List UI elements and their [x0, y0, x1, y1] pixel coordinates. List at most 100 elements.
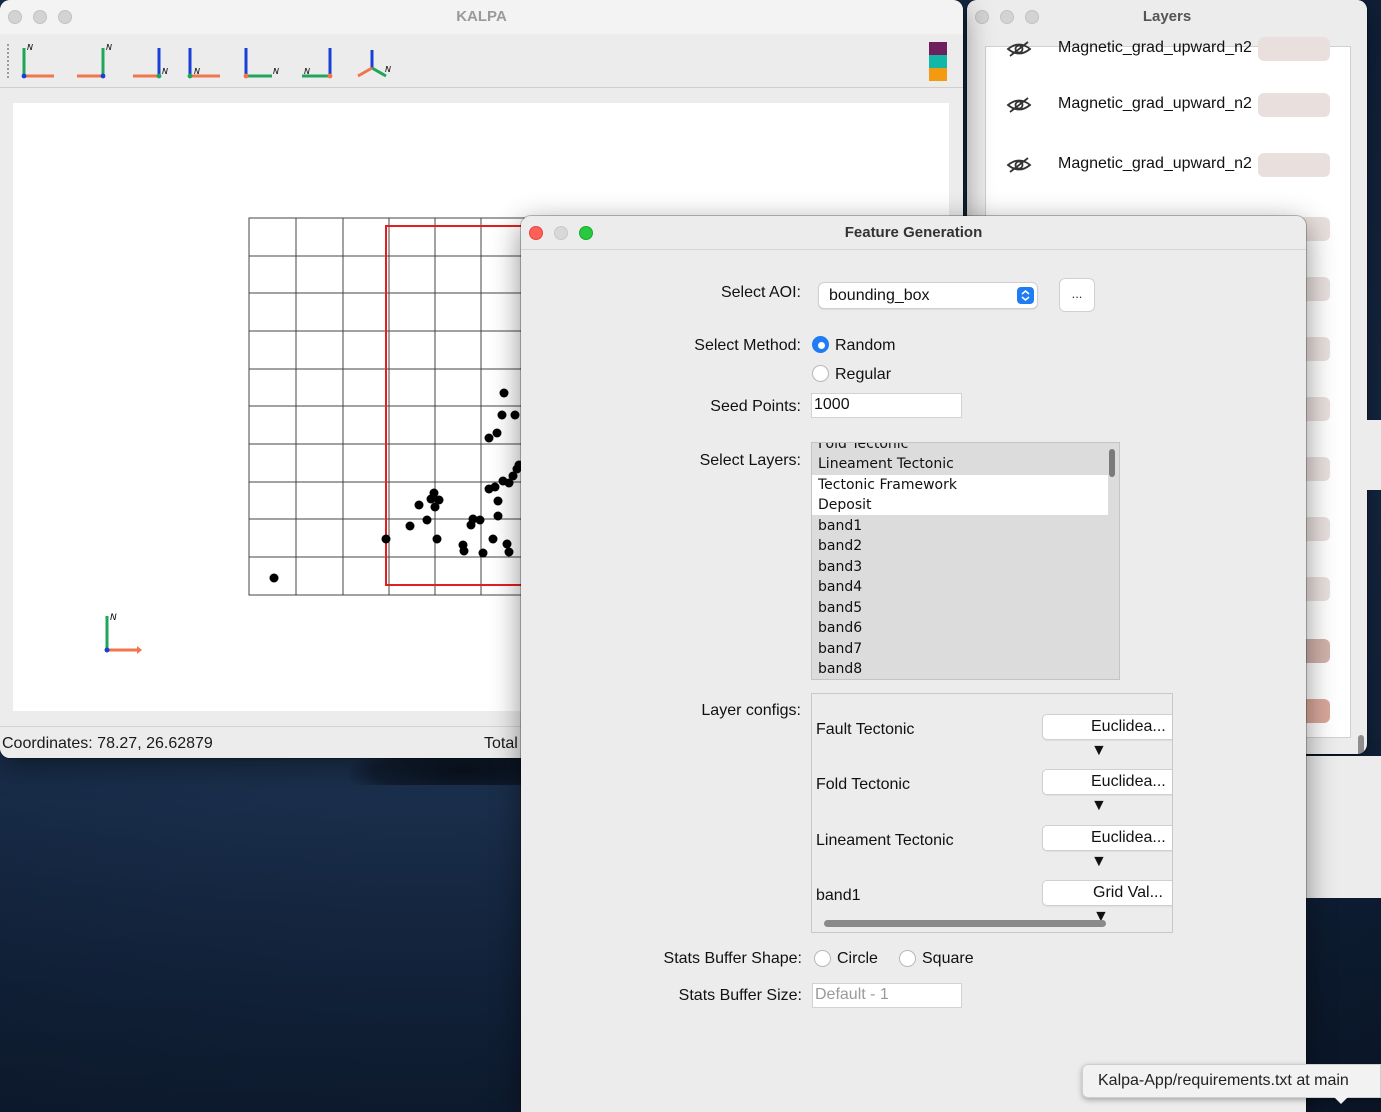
- layer-configs-label: Layer configs:: [701, 702, 801, 719]
- layers-titlebar[interactable]: Layers: [967, 0, 1367, 34]
- stats-buffer-size-input[interactable]: Default - 1: [812, 983, 962, 1008]
- list-item[interactable]: band6: [812, 618, 1108, 638]
- eye-hidden-icon[interactable]: [1006, 39, 1032, 59]
- orientation-view-4-icon[interactable]: N: [184, 42, 224, 82]
- background-window-edge: [1300, 756, 1381, 898]
- method-regular-radio[interactable]: [812, 365, 829, 382]
- tooltip-tail: [1333, 1096, 1349, 1104]
- select-stepper-icon: [1017, 287, 1034, 304]
- close-window-button[interactable]: [975, 10, 989, 24]
- close-window-button[interactable]: [8, 10, 22, 24]
- config-method-dropdown[interactable]: Euclidea... ▼: [1042, 825, 1172, 870]
- select-method-label: Select Method:: [694, 337, 801, 354]
- svg-text:N: N: [273, 67, 279, 76]
- config-method-dropdown[interactable]: Grid Val... ▼: [1042, 880, 1172, 925]
- north-arrow-icon: N: [104, 613, 142, 654]
- list-item[interactable]: band2: [812, 536, 1108, 556]
- layer-name: Magnetic_grad_upward_n2: [1058, 95, 1252, 112]
- config-layer-name: Fault Tectonic: [816, 721, 915, 738]
- seed-points: [269, 388, 524, 583]
- zoom-window-button[interactable]: [1025, 10, 1039, 24]
- buffer-square-radio[interactable]: [899, 950, 916, 967]
- close-dialog-button[interactable]: [529, 226, 543, 240]
- orientation-view-1-icon[interactable]: N: [18, 42, 58, 82]
- aoi-browse-button[interactable]: ...: [1059, 278, 1095, 312]
- layers-scrollbar[interactable]: [1358, 735, 1364, 754]
- layer-color-chip[interactable]: [1258, 153, 1330, 177]
- layer-row[interactable]: Magnetic_grad_upward_n2: [986, 91, 1346, 121]
- buffer-square-label: Square: [922, 950, 974, 967]
- config-layer-name: Lineament Tectonic: [816, 832, 954, 849]
- list-item[interactable]: Lineament Tectonic: [812, 454, 1108, 474]
- layer-name: Magnetic_grad_upward_n2: [1058, 39, 1252, 56]
- list-item[interactable]: band8: [812, 659, 1108, 679]
- feature-generation-dialog: Feature Generation Select AOI: bounding_…: [521, 216, 1306, 1112]
- toolbar-grip[interactable]: [7, 44, 10, 78]
- swatch-color-2: [929, 55, 947, 68]
- layers-listbox[interactable]: Fold Tectonic Lineament Tectonic Tectoni…: [811, 442, 1120, 680]
- list-item[interactable]: Tectonic Framework: [812, 475, 1108, 495]
- tooltip: Kalpa-App/requirements.txt at main: [1082, 1064, 1381, 1098]
- kalpa-titlebar[interactable]: KALPA: [0, 0, 963, 34]
- dialog-title: Feature Generation: [844, 224, 983, 241]
- list-item[interactable]: band1: [812, 516, 1108, 536]
- aoi-select-value: bounding_box: [829, 287, 930, 304]
- method-random-radio[interactable]: [812, 336, 829, 353]
- config-method-dropdown[interactable]: Euclidea... ▼: [1042, 714, 1172, 759]
- eye-hidden-icon[interactable]: [1006, 95, 1032, 115]
- color-swatch[interactable]: [929, 42, 947, 81]
- zoom-dialog-button[interactable]: [579, 226, 593, 240]
- minimize-dialog-button[interactable]: [554, 226, 568, 240]
- orientation-view-3d-icon[interactable]: N: [352, 42, 392, 82]
- layer-name: Magnetic_grad_upward_n2: [1058, 155, 1252, 172]
- svg-text:N: N: [162, 67, 168, 76]
- svg-text:N: N: [27, 43, 33, 52]
- minimize-window-button[interactable]: [33, 10, 47, 24]
- config-method-dropdown[interactable]: Euclidea... ▼: [1042, 769, 1172, 814]
- list-item[interactable]: Deposit: [812, 495, 1108, 515]
- coordinates-readout: Coordinates: 78.27, 26.62879: [2, 735, 213, 752]
- minimize-window-button[interactable]: [1000, 10, 1014, 24]
- layer-row[interactable]: Magnetic_grad_upward_n2: [986, 151, 1346, 181]
- buffer-circle-label: Circle: [837, 950, 878, 967]
- seed-points-input[interactable]: 1000: [811, 393, 962, 418]
- feature-titlebar[interactable]: Feature Generation: [521, 216, 1306, 250]
- map-grid: [248, 217, 550, 596]
- config-layer-name: band1: [816, 887, 861, 904]
- orientation-view-6-icon[interactable]: N: [296, 42, 336, 82]
- config-layer-name: Fold Tectonic: [816, 776, 910, 793]
- svg-text:N: N: [194, 67, 200, 76]
- swatch-color-3: [929, 68, 947, 81]
- select-aoi-label: Select AOI:: [720, 284, 801, 301]
- background-window-edge: [1367, 420, 1381, 490]
- layers-listbox-scrollbar[interactable]: [1109, 449, 1115, 477]
- total-readout: Total: [484, 735, 518, 752]
- kalpa-window-title: KALPA: [456, 8, 507, 25]
- swatch-color-1: [929, 42, 947, 55]
- method-regular-label: Regular: [835, 366, 892, 383]
- svg-text:N: N: [304, 67, 310, 76]
- orientation-view-3-icon[interactable]: N: [129, 42, 169, 82]
- orientation-view-2-icon[interactable]: N: [73, 42, 113, 82]
- method-random-label: Random: [835, 337, 896, 354]
- layer-color-chip[interactable]: [1258, 37, 1330, 61]
- eye-hidden-icon[interactable]: [1006, 155, 1032, 175]
- list-item[interactable]: band7: [812, 639, 1108, 659]
- svg-text:N: N: [106, 43, 112, 52]
- list-item[interactable]: band3: [812, 557, 1108, 577]
- select-layers-label: Select Layers:: [699, 452, 801, 469]
- list-item[interactable]: band5: [812, 598, 1108, 618]
- stats-buffer-size-label: Stats Buffer Size:: [678, 987, 802, 1004]
- layer-configs-scrollbar[interactable]: [824, 920, 1106, 927]
- layer-configs-panel: Fault Tectonic Euclidea... ▼ Fold Tecton…: [811, 693, 1173, 933]
- svg-text:N: N: [110, 613, 117, 623]
- zoom-window-button[interactable]: [58, 10, 72, 24]
- orientation-view-5-icon[interactable]: N: [240, 42, 280, 82]
- svg-text:N: N: [385, 65, 391, 74]
- layer-row[interactable]: Magnetic_grad_upward_n2: [986, 35, 1346, 65]
- list-item[interactable]: Fold Tectonic: [812, 443, 1108, 454]
- aoi-select[interactable]: bounding_box: [818, 282, 1038, 309]
- list-item[interactable]: band4: [812, 577, 1108, 597]
- buffer-circle-radio[interactable]: [814, 950, 831, 967]
- layer-color-chip[interactable]: [1258, 93, 1330, 117]
